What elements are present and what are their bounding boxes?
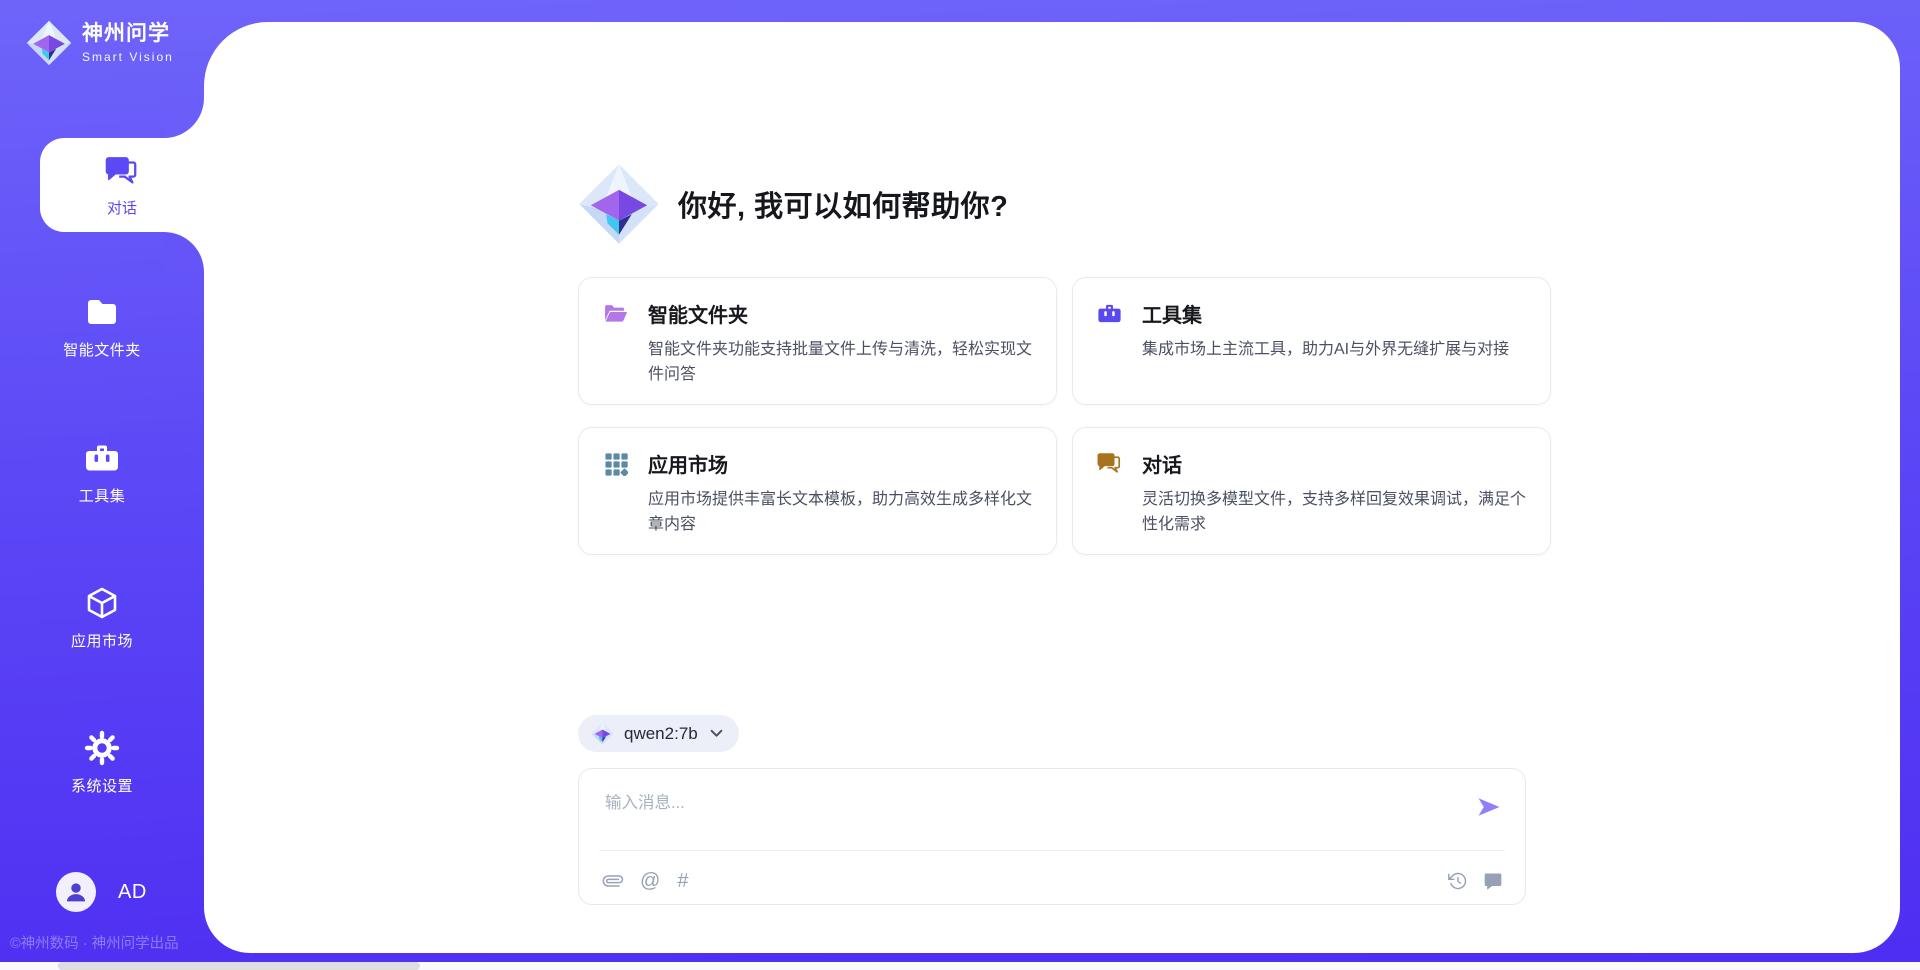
mention-button[interactable]: @: [640, 871, 660, 891]
hashtag-button[interactable]: #: [677, 871, 688, 891]
active-tab-bottom-curve: [164, 232, 204, 272]
sidebar-item-smart-folder[interactable]: 智能文件夹: [0, 294, 204, 360]
sidebar: 神州问学 Smart Vision 对话 智能文件夹 工具集 应用市场: [0, 0, 204, 970]
user-name: AD: [118, 881, 147, 904]
history-icon: [1448, 871, 1468, 891]
send-icon: [1475, 793, 1503, 821]
sidebar-item-label: 应用市场: [71, 630, 133, 651]
history-button[interactable]: [1448, 871, 1468, 891]
card-description: 灵活切换多模型文件，支持多样回复效果调试，满足个性化需求: [1142, 487, 1526, 537]
composer-tools-left: @ #: [603, 871, 688, 891]
brand: 神州问学 Smart Vision: [26, 20, 174, 66]
horizontal-scrollbar[interactable]: [0, 962, 1920, 970]
model-name: qwen2:7b: [624, 724, 698, 744]
chat-icon: [1097, 451, 1122, 476]
sidebar-item-chat[interactable]: 对话: [40, 138, 204, 232]
card-title: 工具集: [1142, 299, 1202, 328]
card-description: 智能文件夹功能支持批量文件上传与清洗，轻松实现文件问答: [648, 337, 1032, 387]
brand-subtitle: Smart Vision: [82, 50, 174, 64]
chat-icon: [105, 154, 139, 188]
send-button[interactable]: [1475, 793, 1503, 821]
grid-icon: [603, 451, 628, 476]
copyright-text: ©神州数码 · 神州问学出品: [10, 932, 179, 953]
person-icon: [63, 879, 89, 905]
sidebar-item-label: 系统设置: [71, 775, 133, 796]
sidebar-item-label: 对话: [107, 197, 137, 218]
sidebar-item-label: 工具集: [79, 485, 126, 506]
chat-bubble-icon: [1483, 871, 1503, 891]
message-input-box: @ #: [578, 768, 1526, 905]
attach-button[interactable]: [599, 867, 627, 895]
model-gem-icon: [591, 722, 614, 745]
card-toolset[interactable]: 工具集 集成市场上主流工具，助力AI与外界无缝扩展与对接: [1072, 277, 1551, 405]
scrollbar-thumb[interactable]: [58, 962, 420, 970]
greeting: 你好, 我可以如何帮助你?: [578, 22, 1526, 245]
composer-tools-right: [1448, 871, 1503, 891]
sidebar-item-toolset[interactable]: 工具集: [0, 440, 204, 506]
model-selector[interactable]: qwen2:7b: [578, 715, 739, 752]
greeting-gem-icon: [578, 163, 660, 245]
folder-open-icon: [603, 301, 628, 326]
card-description: 应用市场提供丰富长文本模板，助力高效生成多样化文章内容: [648, 487, 1032, 537]
folder-icon: [84, 294, 120, 330]
card-chat[interactable]: 对话 灵活切换多模型文件，支持多样回复效果调试，满足个性化需求: [1072, 427, 1551, 555]
card-description: 集成市场上主流工具，助力AI与外界无缝扩展与对接: [1142, 337, 1526, 362]
feature-cards: 智能文件夹 智能文件夹功能支持批量文件上传与清洗，轻松实现文件问答 工具集 集成…: [578, 277, 1526, 555]
sidebar-item-settings[interactable]: 系统设置: [0, 730, 204, 796]
main-panel: 你好, 我可以如何帮助你? 智能文件夹 智能文件夹功能支持批量文件上传与清洗，轻…: [204, 22, 1900, 953]
card-title: 对话: [1142, 449, 1182, 478]
sidebar-item-app-market[interactable]: 应用市场: [0, 585, 204, 651]
user-chip[interactable]: AD: [56, 872, 147, 912]
briefcase-icon: [1097, 301, 1122, 326]
greeting-text: 你好, 我可以如何帮助你?: [678, 183, 1008, 225]
briefcase-icon: [84, 440, 120, 476]
composer-divider: [599, 850, 1505, 851]
card-app-market[interactable]: 应用市场 应用市场提供丰富长文本模板，助力高效生成多样化文章内容: [578, 427, 1057, 555]
sidebar-item-label: 智能文件夹: [63, 339, 141, 360]
card-smart-folder[interactable]: 智能文件夹 智能文件夹功能支持批量文件上传与清洗，轻松实现文件问答: [578, 277, 1057, 405]
active-tab-top-curve: [164, 98, 204, 138]
paperclip-icon: [599, 867, 627, 895]
card-title: 智能文件夹: [648, 299, 748, 328]
message-input[interactable]: [603, 787, 1453, 843]
brand-gem-icon: [26, 20, 72, 66]
composer: qwen2:7b: [578, 715, 1526, 905]
card-title: 应用市场: [648, 449, 728, 478]
brand-name: 神州问学: [82, 22, 174, 46]
new-chat-button[interactable]: [1483, 871, 1503, 891]
cube-icon: [84, 585, 120, 621]
gear-icon: [84, 730, 120, 766]
chevron-down-icon: [710, 729, 723, 738]
avatar: [56, 872, 96, 912]
